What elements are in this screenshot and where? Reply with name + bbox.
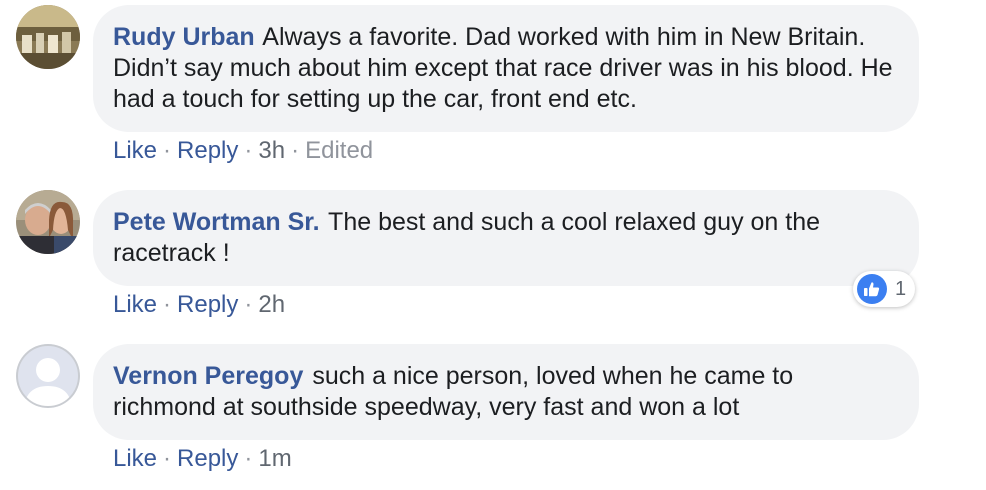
comment-bubble: Vernon Peregoy such a nice person, loved… — [93, 344, 919, 440]
comment-author[interactable]: Pete Wortman Sr. — [113, 208, 320, 236]
separator: · — [244, 445, 253, 472]
comment-bubble: Rudy Urban Always a favorite. Dad worked… — [93, 5, 919, 132]
profile-photo-icon — [16, 190, 80, 254]
comment-timestamp[interactable]: 3h — [258, 137, 285, 164]
comment-author[interactable]: Rudy Urban — [113, 23, 255, 51]
default-avatar-icon — [16, 344, 80, 408]
reply-button[interactable]: Reply — [177, 137, 238, 164]
like-button[interactable]: Like — [113, 291, 157, 318]
separator: · — [163, 137, 172, 164]
separator: · — [244, 291, 253, 318]
edited-label[interactable]: Edited — [305, 137, 373, 164]
reaction-count-badge[interactable]: 1 — [853, 271, 915, 307]
comment-actions: Like · Reply · 1m — [113, 445, 292, 473]
avatar[interactable] — [16, 5, 80, 69]
comment-bubble: Pete Wortman Sr. The best and such a coo… — [93, 190, 919, 286]
comment-timestamp[interactable]: 2h — [258, 291, 285, 318]
separator: · — [291, 137, 300, 164]
separator: · — [163, 445, 172, 472]
comment-actions: Like · Reply · 2h — [113, 291, 285, 319]
profile-photo-icon — [16, 5, 80, 69]
comment-author[interactable]: Vernon Peregoy — [113, 362, 303, 390]
comment-actions: Like · Reply · 3h · Edited — [113, 137, 373, 165]
separator: · — [163, 291, 172, 318]
separator: · — [244, 137, 253, 164]
reaction-count: 1 — [895, 277, 907, 300]
avatar[interactable] — [16, 190, 80, 254]
reply-button[interactable]: Reply — [177, 445, 238, 472]
avatar[interactable] — [16, 344, 80, 408]
comment-timestamp[interactable]: 1m — [258, 445, 291, 472]
like-button[interactable]: Like — [113, 137, 157, 164]
reply-button[interactable]: Reply — [177, 291, 238, 318]
thumbs-up-icon — [857, 274, 887, 304]
like-button[interactable]: Like — [113, 445, 157, 472]
